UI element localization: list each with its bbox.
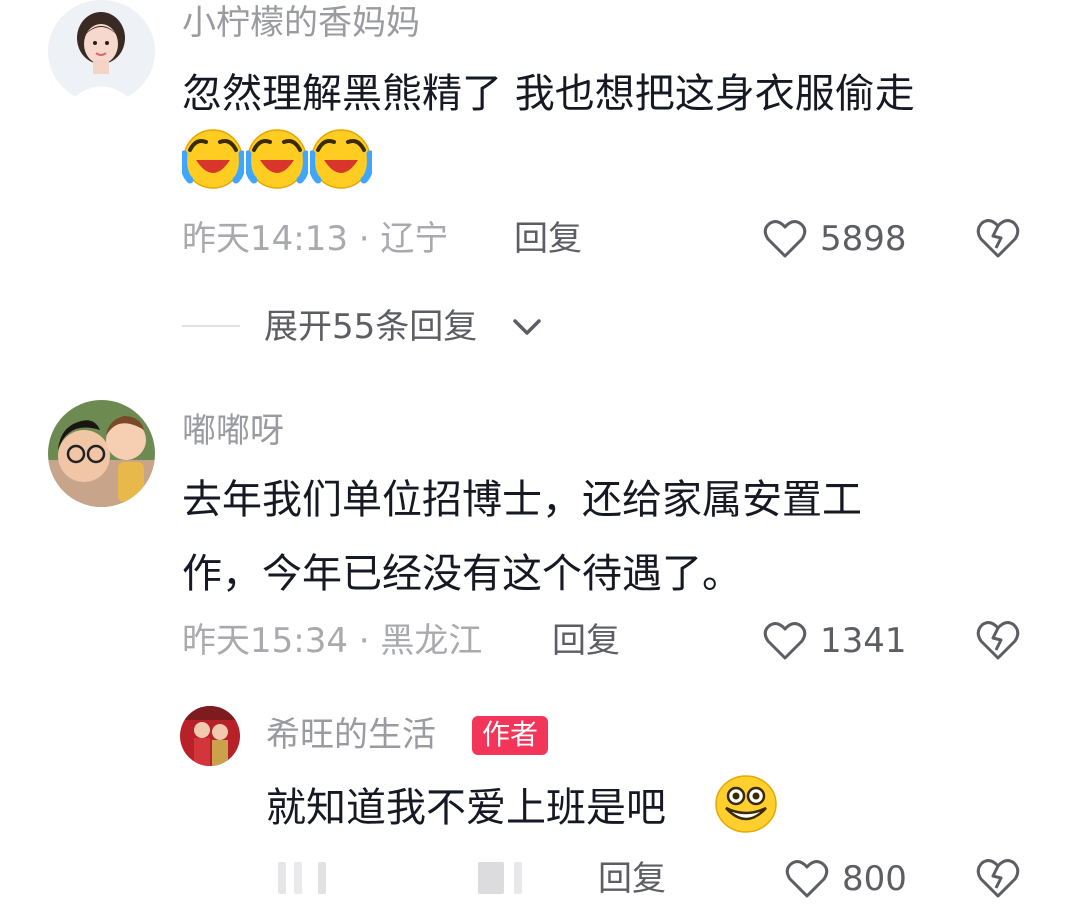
blurred-placeholder [470, 858, 550, 898]
divider-line [182, 325, 240, 327]
avatar[interactable] [48, 0, 155, 103]
comment-text: 去年我们单位招博士，还给家属安置工 [182, 477, 862, 523]
laughing-crying-emoji-icon [246, 128, 308, 190]
reply-button[interactable]: 回复 [552, 624, 620, 658]
like-count: 1341 [820, 621, 907, 661]
broken-heart-icon [974, 214, 1022, 262]
blurred-placeholder [270, 858, 360, 898]
like-count: 5898 [820, 219, 907, 259]
author-badge: 作者 [472, 716, 549, 755]
comment-text: 忽然理解黑熊精了 我也想把这身衣服偷走 [182, 71, 915, 117]
dislike-button[interactable] [974, 616, 1022, 664]
comment-time-location: 昨天15:34 · 黑龙江 [182, 621, 483, 661]
heart-icon [784, 856, 830, 902]
heart-icon [762, 618, 808, 664]
laughing-crying-emoji-icon [310, 128, 372, 190]
comment-text: 作，今年已经没有这个待遇了。 [182, 551, 742, 597]
like-count: 800 [842, 859, 907, 899]
reply-text: 就知道我不爱上班是吧 [266, 786, 666, 842]
grinning-emoji-icon [714, 774, 778, 834]
avatar[interactable] [180, 706, 240, 766]
comment-time-location: 昨天14:13 · 辽宁 [182, 219, 449, 259]
username[interactable]: 嘟嘟呀 [182, 414, 284, 448]
dislike-button[interactable] [974, 214, 1022, 262]
dislike-button[interactable] [974, 854, 1022, 902]
reply-text-content: 就知道我不爱上班是吧 [266, 785, 666, 831]
avatar[interactable] [48, 400, 155, 507]
username[interactable]: 小柠檬的香妈妈 [182, 6, 420, 40]
reply-button[interactable]: 回复 [514, 222, 582, 256]
laughing-crying-emoji-icon [182, 128, 244, 190]
chevron-down-icon [512, 316, 542, 338]
emoji-row [182, 128, 382, 190]
heart-icon [762, 216, 808, 262]
reply-button[interactable]: 回复 [598, 862, 666, 896]
expand-replies-label: 展开55条回复 [264, 307, 478, 347]
broken-heart-icon [974, 616, 1022, 664]
username[interactable]: 希旺的生活 [266, 718, 436, 752]
broken-heart-icon [974, 854, 1022, 902]
